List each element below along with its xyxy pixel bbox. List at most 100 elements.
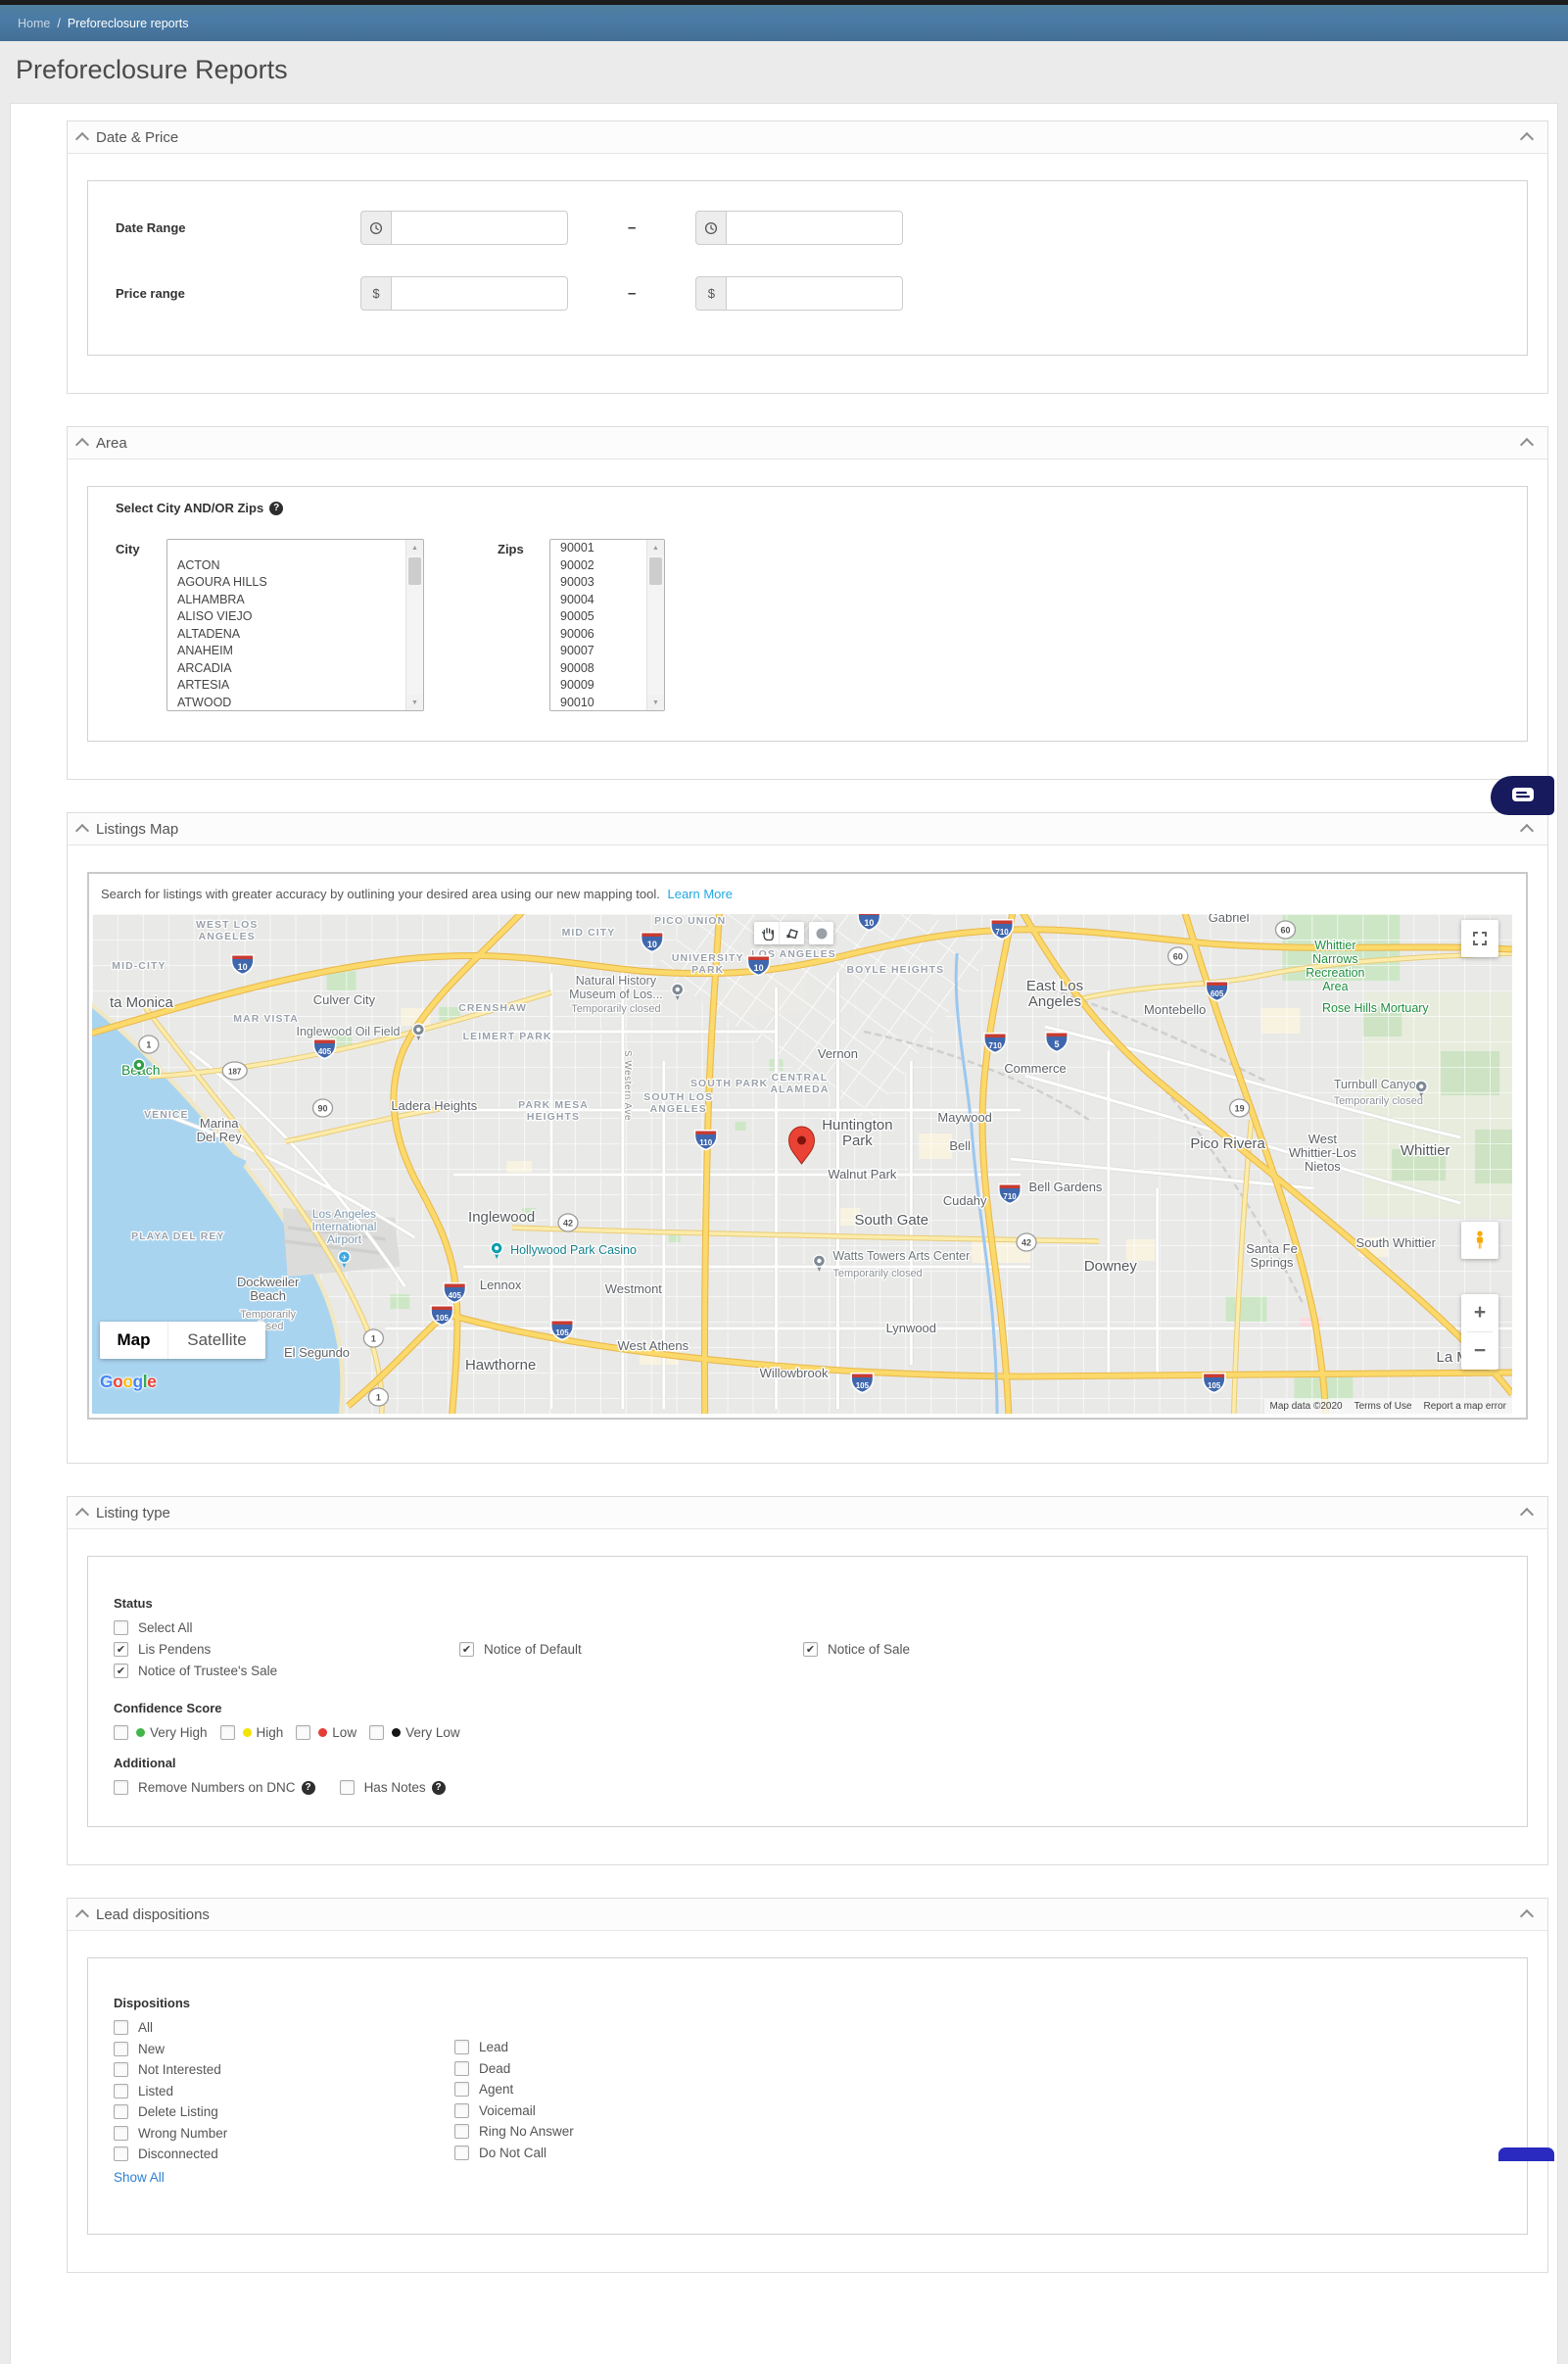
checkbox[interactable] (114, 1620, 128, 1635)
show-all-link[interactable]: Show All (114, 2170, 165, 2185)
bottom-widget-peek[interactable] (1498, 2147, 1554, 2161)
circle-tool-button[interactable] (809, 922, 833, 944)
collapse-icon[interactable] (75, 438, 89, 452)
list-option[interactable]: 90003 (550, 574, 647, 592)
checkbox[interactable] (340, 1780, 355, 1795)
help-icon[interactable]: ? (269, 502, 283, 515)
checkbox-label: Dead (479, 2061, 510, 2076)
list-option[interactable]: ALHAMBRA (167, 592, 406, 609)
checkbox[interactable] (296, 1725, 310, 1740)
list-option[interactable]: ALTADENA (167, 626, 406, 644)
list-option[interactable]: ARCADIA (167, 660, 406, 678)
chat-widget-button[interactable] (1491, 776, 1554, 815)
checkbox[interactable] (114, 2020, 128, 2035)
list-option[interactable]: 90008 (550, 660, 647, 678)
collapse-icon[interactable] (1520, 132, 1534, 146)
checkbox[interactable]: ✔ (114, 1642, 128, 1657)
help-icon[interactable]: ? (432, 1781, 446, 1795)
zoom-out-button[interactable]: − (1461, 1332, 1498, 1370)
map-type-map-button[interactable]: Map (100, 1322, 167, 1359)
list-option[interactable]: ACTON (167, 557, 406, 575)
checkbox[interactable] (454, 2103, 469, 2118)
checkbox[interactable] (220, 1725, 235, 1740)
svg-text:187: 187 (228, 1067, 242, 1076)
panel-listings-map-header[interactable]: Listings Map (68, 813, 1547, 845)
list-option[interactable]: 90004 (550, 592, 647, 609)
checkbox[interactable] (114, 1780, 128, 1795)
collapse-icon[interactable] (75, 1508, 89, 1521)
zips-listbox[interactable]: 9000190002900039000490005900069000790008… (549, 539, 665, 711)
panel-area-header[interactable]: Area (68, 427, 1547, 459)
collapse-icon[interactable] (1520, 824, 1534, 838)
list-option[interactable]: 90005 (550, 608, 647, 626)
collapse-icon[interactable] (1520, 1909, 1534, 1923)
panel-date-price-header[interactable]: Date & Price (68, 121, 1547, 154)
scrollbar-thumb[interactable] (649, 557, 662, 585)
checkbox[interactable] (114, 1725, 128, 1740)
map-type-satellite-button[interactable]: Satellite (167, 1322, 265, 1359)
checkbox[interactable] (114, 2147, 128, 2161)
date-to-input[interactable] (726, 211, 903, 245)
polygon-tool-button[interactable] (779, 922, 804, 944)
checkbox[interactable] (114, 2062, 128, 2077)
list-option[interactable]: 90010 (550, 695, 647, 711)
zips-scrollbar[interactable]: ▲ ▼ (646, 540, 664, 710)
checkbox[interactable] (114, 2104, 128, 2119)
panel-listing-type-header[interactable]: Listing type (68, 1497, 1547, 1529)
collapse-icon[interactable] (75, 1909, 89, 1923)
list-option[interactable]: 90001 (550, 540, 647, 557)
price-from-input[interactable] (391, 276, 568, 311)
checkbox[interactable]: ✔ (803, 1642, 818, 1657)
svg-text:710: 710 (995, 928, 1009, 937)
pan-tool-button[interactable] (754, 922, 779, 944)
checkbox[interactable]: ✔ (114, 1664, 128, 1678)
list-option[interactable]: ATWOOD (167, 695, 406, 711)
list-option[interactable] (167, 540, 406, 557)
google-logo[interactable]: Google (100, 1372, 156, 1392)
help-icon[interactable]: ? (302, 1781, 315, 1795)
list-option[interactable]: 90006 (550, 626, 647, 644)
list-option[interactable]: 90002 (550, 557, 647, 575)
collapse-icon[interactable] (75, 824, 89, 838)
google-map[interactable]: WEST LOSANGELESMID CITYMID-CITYPICO UNIO… (92, 914, 1512, 1414)
checkbox-label: Notice of Default (484, 1642, 582, 1657)
scroll-down-icon[interactable]: ▼ (406, 695, 423, 710)
list-option[interactable]: 90009 (550, 677, 647, 695)
panel-lead-dispositions-header[interactable]: Lead dispositions (68, 1899, 1547, 1931)
checkbox[interactable] (369, 1725, 384, 1740)
checkbox[interactable] (454, 2040, 469, 2054)
list-option[interactable]: ARTESIA (167, 677, 406, 695)
route-shield: 42 (558, 1214, 578, 1231)
list-option[interactable]: ANAHEIM (167, 643, 406, 660)
learn-more-link[interactable]: Learn More (667, 887, 732, 901)
zoom-in-button[interactable]: + (1461, 1294, 1498, 1331)
checkbox[interactable] (454, 2082, 469, 2097)
map-attribution-item[interactable]: Terms of Use (1349, 1399, 1418, 1414)
list-option[interactable]: AGOURA HILLS (167, 574, 406, 592)
list-option[interactable]: 90007 (550, 643, 647, 660)
collapse-icon[interactable] (1520, 1508, 1534, 1521)
map-attribution-item[interactable]: Report a map error (1418, 1399, 1512, 1414)
city-scrollbar[interactable]: ▲ ▼ (405, 540, 423, 710)
checkbox[interactable]: ✔ (459, 1642, 474, 1657)
city-listbox[interactable]: ACTONAGOURA HILLSALHAMBRAALISO VIEJOALTA… (166, 539, 424, 711)
list-option[interactable]: ALISO VIEJO (167, 608, 406, 626)
checkbox[interactable] (114, 2084, 128, 2099)
checkbox[interactable] (454, 2146, 469, 2160)
collapse-icon[interactable] (75, 132, 89, 146)
checkbox[interactable] (114, 2042, 128, 2056)
checkbox-label: Delete Listing (138, 2104, 218, 2119)
scroll-up-icon[interactable]: ▲ (406, 540, 423, 555)
pegman-button[interactable] (1461, 1222, 1498, 1259)
checkbox[interactable] (454, 2061, 469, 2076)
checkbox[interactable] (454, 2124, 469, 2139)
date-from-input[interactable] (391, 211, 568, 245)
price-to-input[interactable] (726, 276, 903, 311)
fullscreen-button[interactable] (1461, 920, 1498, 957)
scrollbar-thumb[interactable] (408, 557, 421, 585)
breadcrumb-home-link[interactable]: Home (18, 17, 50, 30)
collapse-icon[interactable] (1520, 438, 1534, 452)
scroll-up-icon[interactable]: ▲ (647, 540, 664, 555)
scroll-down-icon[interactable]: ▼ (647, 695, 664, 710)
checkbox[interactable] (114, 2126, 128, 2141)
